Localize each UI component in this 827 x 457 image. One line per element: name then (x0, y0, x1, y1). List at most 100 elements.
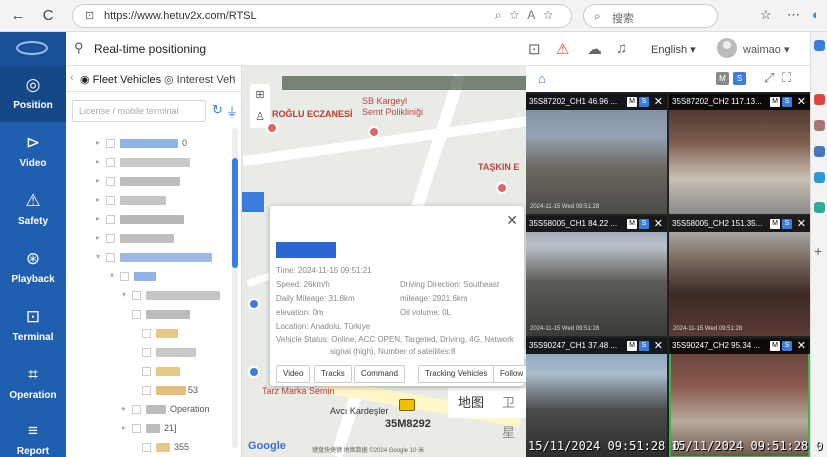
tab-fleet-vehicles[interactable]: ◉ Fleet Vehicles (80, 73, 161, 86)
close-icon: ✕ (653, 340, 663, 352)
close-icon: ✕ (796, 340, 806, 352)
video-timestamp: 15/11/2024 09:51:28 0 (671, 439, 823, 453)
vehicle-row[interactable]: 53 (142, 385, 226, 397)
video-timestamp: 15/11/2024 09:51:28 0 (528, 439, 680, 453)
sidebar-item-playback[interactable]: ⊛ Playback (0, 240, 66, 296)
tree-node[interactable]: ▸ 21] (122, 423, 226, 435)
lock-icon: ⊡ (85, 10, 95, 22)
close-icon[interactable]: ✕ (506, 212, 518, 229)
video-panel: ⌂ M S ⤢ ⛶ 35S87202_CH1 46.96 ... M S ✕ 2024… (526, 66, 823, 457)
google-logo: Google (248, 440, 286, 452)
cloud-download-icon[interactable]: ☁ (587, 40, 602, 58)
map-highlight (242, 192, 264, 212)
reload-icon[interactable]: C (38, 6, 58, 26)
close-icon: ✕ (653, 218, 663, 230)
video-tile[interactable]: 35S58005_CH2 151.35... M S ✕ 2024-11-15 Wed… (669, 216, 810, 336)
tree-node[interactable]: ▾ (110, 271, 226, 283)
tracks-button[interactable]: Tracks (314, 365, 352, 383)
fullscreen-icon[interactable]: ⛶ (782, 70, 791, 86)
back-icon[interactable]: ← (8, 6, 28, 26)
poi-blue-icon[interactable] (248, 298, 260, 310)
tree-tabs: ‹ ◉ Fleet Vehicles ◎ Interest Veh › (66, 66, 242, 92)
playback-icon: ⊛ (25, 249, 41, 268)
copilot-icon[interactable]: ◐ (812, 7, 820, 22)
tree-node[interactable]: ▾ (96, 252, 226, 264)
follow-button[interactable]: Follow (493, 365, 531, 383)
vehicle-search-input[interactable]: License / mobile terminal (72, 100, 206, 122)
edge-search-icon[interactable] (814, 40, 825, 51)
tabs-right-arrow[interactable]: › (232, 72, 236, 84)
vehicle-info-popup: ✕ Time: 2024-11-15 09:51:21 Speed: 26km/… (270, 206, 531, 386)
tree-node[interactable]: ▸ (96, 195, 226, 207)
video-tile[interactable]: 35S87202_CH2 117.13... M S ✕ (669, 94, 810, 214)
edge-drop-icon[interactable] (814, 202, 825, 213)
filter-icon[interactable]: ⏚ (226, 103, 238, 120)
vehicle-row[interactable] (142, 366, 226, 378)
app-header: ⚲ Real-time positioning ⊡ ⚠ ☁ ♫ English … (66, 32, 810, 66)
sidebar-item-report[interactable]: ≡ Report (0, 412, 66, 457)
add-icon[interactable]: + (814, 243, 822, 259)
edge-tool-icon[interactable] (814, 94, 825, 105)
sidebar-item-position[interactable]: ◎ Position (0, 66, 66, 122)
tree-node[interactable]: ▾ (122, 290, 226, 302)
edge-people-icon[interactable] (814, 120, 825, 131)
sidebar-item-safety[interactable]: ⚠ Safety (0, 182, 66, 238)
poi-pharmacy-icon[interactable] (266, 122, 278, 134)
map-type-satellite-button[interactable]: 卫星 (492, 388, 526, 440)
tracking-vehicles-button[interactable]: Tracking Vehicles (418, 365, 495, 383)
user-menu[interactable]: waimao ▾ (743, 43, 789, 56)
sidebar-item-terminal[interactable]: ⊡ Terminal (0, 298, 66, 354)
edge-games-icon[interactable] (814, 146, 825, 157)
poi-blue-icon[interactable] (248, 366, 260, 378)
refresh-icon[interactable]: ↻ (212, 102, 223, 118)
vehicle-row[interactable] (132, 309, 226, 321)
tree-node[interactable]: ▸ 0 (96, 138, 226, 150)
layers-icon[interactable]: ⊞ (250, 84, 270, 106)
search-icon: ⌕ (594, 9, 601, 23)
terminal-icon: ⊡ (25, 307, 41, 326)
avatar[interactable] (717, 38, 737, 58)
video-tile[interactable]: 35S58005_CH1 84.22 ... M S ✕ 2024-11-15 Wed… (526, 216, 667, 336)
fleet-tree-panel: ‹ ◉ Fleet Vehicles ◎ Interest Veh › Lice… (66, 66, 242, 457)
vehicle-row[interactable]: 355 (142, 442, 226, 454)
app-logo (0, 32, 66, 66)
vehicle-row[interactable] (142, 328, 226, 340)
url-text: https://www.hetuv2x.com/RTSL (104, 10, 257, 22)
tree-scrollbar[interactable] (232, 128, 238, 448)
sidebar-item-operation[interactable]: ⌗ Operation (0, 356, 66, 412)
operation-icon: ⌗ (28, 365, 38, 384)
location-pin-icon: ⚲ (74, 40, 84, 55)
map-type-map-button[interactable]: 地图 (448, 388, 495, 418)
favorites-icon[interactable]: ☆ (760, 7, 772, 23)
tab-interest-vehicles[interactable]: ◎ Interest Veh (164, 73, 235, 86)
monitor-icon[interactable]: ⊡ (528, 40, 541, 58)
video-button[interactable]: Video (276, 365, 311, 383)
alarm-icon[interactable]: ⚠ (556, 40, 569, 58)
address-bar-icons[interactable]: ⌕☆A☆ (495, 8, 561, 23)
home-icon[interactable]: ⌂ (538, 71, 546, 86)
s-mode-button[interactable]: S (733, 72, 746, 85)
tabs-left-arrow[interactable]: ‹ (70, 72, 74, 84)
browser-search-box[interactable]: ⌕ 搜索 (583, 4, 718, 28)
poi-taskin-icon[interactable] (496, 182, 508, 194)
tree-node[interactable]: ▸ (96, 157, 226, 169)
tree-node[interactable]: ▸ (96, 214, 226, 226)
m-mode-button[interactable]: M (716, 72, 729, 85)
tree-node[interactable]: ▸ (96, 176, 226, 188)
poi-clinic-icon[interactable] (368, 126, 380, 138)
tree-node[interactable]: ▸ (96, 233, 226, 245)
expand-icon[interactable]: ⤢ (764, 70, 774, 86)
bell-icon[interactable]: ♫ (616, 40, 627, 57)
command-button[interactable]: Command (354, 365, 405, 383)
edge-outlook-icon[interactable] (814, 172, 825, 183)
language-selector[interactable]: English ▾ (651, 43, 696, 56)
vehicle-marker-icon[interactable] (399, 399, 415, 411)
address-bar[interactable]: ⊡ https://www.hetuv2x.com/RTSL ⌕☆A☆ (72, 4, 572, 28)
tree-node[interactable]: ▸ Operation (122, 404, 226, 416)
video-tile[interactable]: 35S87202_CH1 46.96 ... M S ✕ 2024-11-15 Wed… (526, 94, 667, 214)
page-title: Real-time positioning (94, 42, 207, 56)
close-icon: ✕ (653, 96, 663, 108)
vehicle-row[interactable] (142, 347, 226, 359)
sidebar-item-video[interactable]: ⊳ Video (0, 124, 66, 180)
more-icon[interactable]: ⋯ (787, 7, 800, 23)
